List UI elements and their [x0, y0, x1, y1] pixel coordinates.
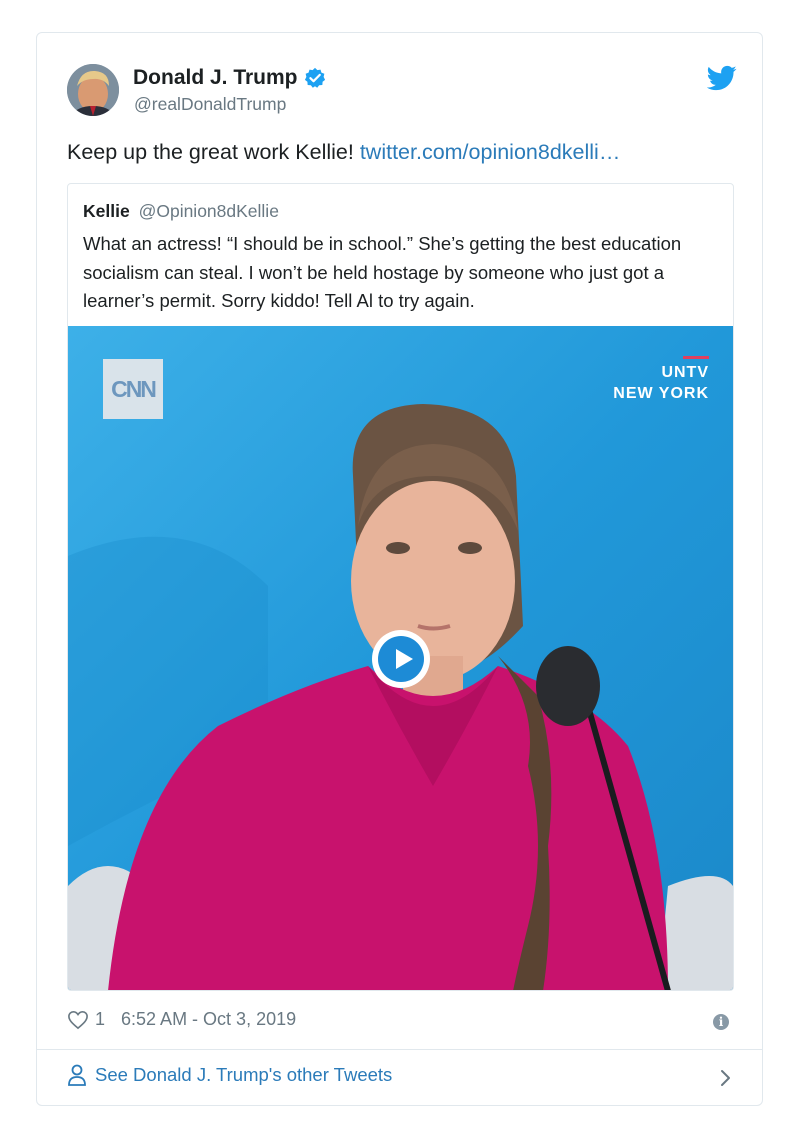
quoted-author-name[interactable]: Kellie [83, 201, 130, 221]
cnn-logo: CNN [103, 359, 163, 419]
twitter-bird-icon[interactable] [707, 63, 737, 93]
quoted-tweet[interactable]: Kellie @Opinion8dKellie What an actress!… [67, 183, 734, 991]
untv-line1: UNTV [661, 364, 709, 381]
see-other-tweets-label[interactable]: See Donald J. Trump's other Tweets [95, 1064, 392, 1086]
quoted-author[interactable]: Kellie @Opinion8dKellie [83, 201, 279, 222]
untv-bar [683, 356, 709, 359]
author-handle[interactable]: @realDonaldTrump [134, 94, 286, 115]
heart-icon[interactable] [67, 1010, 89, 1030]
quoted-author-handle[interactable]: @Opinion8dKellie [139, 201, 279, 221]
untv-line2: NEW YORK [613, 385, 709, 402]
play-button[interactable] [372, 630, 430, 688]
avatar[interactable] [67, 64, 119, 116]
tweet-timestamp[interactable]: 6:52 AM - Oct 3, 2019 [121, 1009, 296, 1030]
author-name-row[interactable]: Donald J. Trump [133, 66, 326, 90]
like-count[interactable]: 1 [95, 1009, 105, 1030]
play-icon [378, 636, 424, 682]
chevron-right-icon[interactable] [714, 1067, 736, 1089]
tweet-footer: 1 6:52 AM - Oct 3, 2019 [67, 1009, 296, 1030]
verified-badge-icon [304, 67, 325, 88]
tweet-text: Keep up the great work Kellie! twitter.c… [67, 140, 620, 165]
tweet-body: Keep up the great work Kellie! [67, 140, 360, 164]
embedded-tweet-card: Donald J. Trump @realDonaldTrump Keep up… [36, 32, 763, 1106]
person-icon [68, 1064, 86, 1086]
author-name[interactable]: Donald J. Trump [133, 66, 298, 90]
divider [37, 1049, 762, 1050]
untv-overlay: UNTV NEW YORK [613, 356, 709, 404]
see-other-tweets-link[interactable]: See Donald J. Trump's other Tweets [67, 1064, 392, 1086]
tweet-link[interactable]: twitter.com/opinion8dkelli… [360, 140, 621, 164]
video-player[interactable]: CNN UNTV NEW YORK [68, 326, 733, 990]
quoted-tweet-text: What an actress! “I should be in school.… [83, 233, 682, 311]
info-icon[interactable]: i [713, 1014, 729, 1030]
